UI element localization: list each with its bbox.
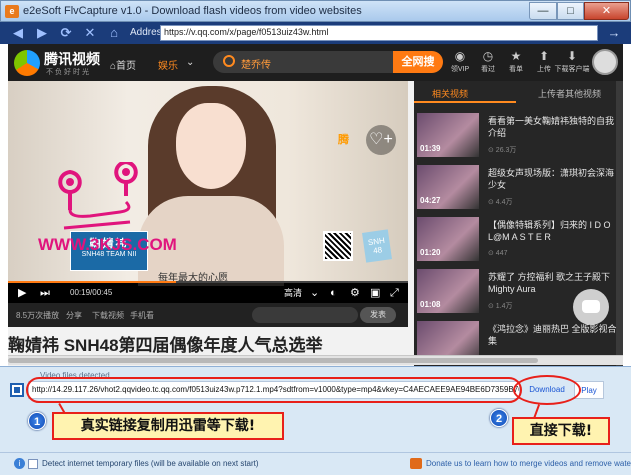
donate-link[interactable]: Donate us to learn how to merge videos a… xyxy=(426,459,631,468)
video-info-bar: 8.5万次播放 分享 下载视频 手机看 发表 xyxy=(8,303,408,327)
sidebar-tabs: 相关视频 上传者其他视频 xyxy=(414,81,623,103)
refresh-icon[interactable]: ⟳ xyxy=(58,25,74,41)
tab-related-videos[interactable]: 相关视频 xyxy=(432,87,468,100)
related-video-views: ⊙ 1.4万 xyxy=(488,303,513,310)
video-duration: 04:27 xyxy=(420,196,441,205)
player-controls: ▶ ⏭ 00:19/00:45 高清 ⌄ ◐ ⚙ ▣ ⤢ xyxy=(8,283,408,303)
history-icon[interactable]: ◷ 看过 xyxy=(476,48,500,74)
video-title: 鞠婧祎 SNH48第四届偶像年度人气总选举 xyxy=(8,336,323,355)
callout-1-box: 真实链接复制用迅雷等下载! xyxy=(52,412,284,440)
danmu-input[interactable] xyxy=(252,307,358,323)
url-highlight-annotation xyxy=(26,377,522,403)
tencent-video-logo-icon[interactable] xyxy=(14,50,40,76)
fullscreen-icon[interactable]: ⤢ xyxy=(390,286,399,300)
nav-dropdown[interactable]: ⌄ xyxy=(186,57,194,68)
active-tab-underline xyxy=(414,101,516,103)
list-item[interactable]: 01:20 【偶像特辑系列】归来的 I D O L@M A S T E R ⊙ … xyxy=(414,215,623,263)
callout-1-number: 1 xyxy=(28,412,46,430)
related-video-title[interactable]: 《鸿拉念》迪丽热巴 全版影视合集 xyxy=(488,323,620,347)
address-input[interactable]: https://v.qq.com/x/page/f0513uiz43w.html xyxy=(160,25,598,41)
user-avatar[interactable] xyxy=(592,49,618,75)
callout-2-box: 直接下载! xyxy=(512,417,610,445)
forward-icon[interactable]: ▶ xyxy=(34,25,50,41)
window-title: e2eSoft FlvCapture v1.0 - Download flash… xyxy=(23,5,362,17)
site-search-text: 楚乔传 xyxy=(241,60,271,71)
list-item[interactable]: 01:39 看看第一美女鞠婧祎独特的自我介绍 ⊙ 26.3万 xyxy=(414,111,623,159)
video-watermark-logo: 腾 xyxy=(338,134,349,146)
download-highlight-annotation xyxy=(513,375,581,405)
scrollbar-thumb[interactable] xyxy=(8,358,538,363)
related-video-title[interactable]: 超级女声现场版：潇琪初会深海少女 xyxy=(488,167,620,191)
quality-selector[interactable]: 高清 xyxy=(284,286,302,299)
video-duration: 01:39 xyxy=(420,144,441,153)
status-bar: i Detect internet temporary files (will … xyxy=(0,452,631,475)
browser-toolbar: ◀ ▶ ⟳ ✕ ⌂ Address: https://v.qq.com/x/pa… xyxy=(0,22,631,44)
app-icon: e xyxy=(5,5,19,18)
chat-bubble-icon[interactable] xyxy=(573,289,609,325)
go-arrow-icon[interactable]: → xyxy=(604,25,624,41)
snh48-badge: SNH 48 xyxy=(362,229,392,263)
stop-icon[interactable]: ✕ xyxy=(82,25,98,41)
minimize-button[interactable]: — xyxy=(529,2,557,20)
tab-uploader-videos[interactable]: 上传者其他视频 xyxy=(538,87,601,100)
video-subject-face xyxy=(176,103,246,189)
detect-temp-files-label: Detect internet temporary files (will be… xyxy=(42,459,259,468)
detect-temp-files-checkbox[interactable] xyxy=(28,459,38,469)
view-count: 8.5万次播放 xyxy=(16,311,60,320)
related-video-title[interactable]: 【偶像特辑系列】归来的 I D O L@M A S T E R xyxy=(488,219,620,243)
search-icon xyxy=(223,55,235,67)
related-video-title[interactable]: 看看第一美女鞠婧祎独特的自我介绍 xyxy=(488,115,620,139)
danmu-toggle-icon[interactable]: ◐ xyxy=(330,286,337,300)
pip-icon[interactable]: ▣ xyxy=(370,286,380,300)
back-icon[interactable]: ◀ xyxy=(10,25,26,41)
send-button[interactable]: 发表 xyxy=(360,307,396,323)
list-item[interactable]: 04:27 超级女声现场版：潇琪初会深海少女 ⊙ 4.4万 xyxy=(414,163,623,211)
related-video-views: ⊙ 4.4万 xyxy=(488,199,513,206)
video-duration: 01:20 xyxy=(420,248,441,257)
site-logo-text[interactable]: 腾讯视频 xyxy=(44,49,100,69)
site-search-button[interactable]: 全网搜 xyxy=(393,51,443,73)
close-button[interactable]: ✕ xyxy=(584,2,629,20)
qr-code-icon xyxy=(323,231,353,261)
related-video-views: ⊙ 447 xyxy=(488,250,508,257)
chevron-down-icon[interactable]: ⌄ xyxy=(310,286,319,300)
donate-icon[interactable] xyxy=(410,458,422,469)
play-icon[interactable]: ▶ xyxy=(18,286,26,300)
related-video-views: ⊙ 26.3万 xyxy=(488,147,517,154)
nav-entertainment[interactable]: 娱乐 xyxy=(158,57,178,72)
favorite-add-icon[interactable]: ♡+ xyxy=(366,125,396,155)
location-pins-watermark-icon xyxy=(58,162,138,230)
watermark-text: WWW.3KJS.COM xyxy=(38,235,177,254)
site-search-input[interactable]: 楚乔传 xyxy=(213,51,393,73)
nav-home[interactable]: ⌂首页 xyxy=(110,57,136,72)
playback-time: 00:19/00:45 xyxy=(70,288,113,297)
maximize-button[interactable]: □ xyxy=(557,2,584,20)
upload-icon[interactable]: ⬆ 上传 xyxy=(532,48,556,74)
sidebar-scrollbar[interactable] xyxy=(616,81,623,366)
site-header: 腾讯视频 不负好时光 ⌂首页 娱乐 ⌄ 楚乔传 全网搜 ◉ 领VIP ◷ 看过 ★ 看… xyxy=(8,44,623,81)
video-duration: 01:08 xyxy=(420,300,441,309)
download-video-link[interactable]: 下载视频 xyxy=(92,310,124,321)
horizontal-scrollbar[interactable] xyxy=(8,355,623,365)
watch-on-phone-link[interactable]: 手机看 xyxy=(130,310,154,321)
callout-2-number: 2 xyxy=(490,409,508,427)
watchlist-icon[interactable]: ★ 看单 xyxy=(504,48,528,74)
vip-icon[interactable]: ◉ 领VIP xyxy=(448,48,472,74)
site-logo-subtitle: 不负好时光 xyxy=(46,69,91,76)
share-link[interactable]: 分享 xyxy=(66,310,82,321)
download-client-icon[interactable]: ⬇ 下载客户端 xyxy=(555,48,590,74)
info-icon: i xyxy=(14,458,25,469)
next-icon[interactable]: ⏭ xyxy=(40,286,50,300)
browser-view: 腾讯视频 不负好时光 ⌂首页 娱乐 ⌄ 楚乔传 全网搜 ◉ 领VIP ◷ 看过 ★ 看… xyxy=(8,44,623,366)
video-file-icon xyxy=(10,383,24,397)
settings-gear-icon[interactable]: ⚙ xyxy=(350,286,360,300)
home-icon[interactable]: ⌂ xyxy=(106,25,122,41)
title-bar: e e2eSoft FlvCapture v1.0 - Download fla… xyxy=(0,0,631,22)
